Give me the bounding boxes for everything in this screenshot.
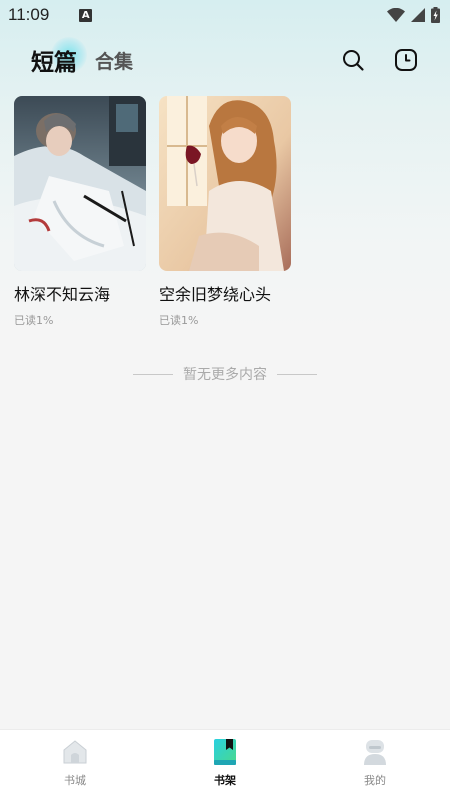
- nav-label: 书城: [64, 774, 86, 787]
- status-bar: 11:09 A: [0, 0, 450, 30]
- book-title: 林深不知云海: [14, 285, 111, 304]
- profile-icon: [364, 740, 386, 765]
- book-progress: 已读1%: [159, 314, 199, 327]
- nav-item-bookshelf[interactable]: 书架: [150, 730, 300, 800]
- end-of-list-text: 暂无更多内容: [183, 367, 267, 383]
- tab-collections[interactable]: 合集: [95, 47, 133, 74]
- bookshelf-icon: [214, 739, 236, 765]
- book-title: 空余旧梦绕心头: [159, 285, 272, 304]
- battery-icon: [431, 7, 440, 23]
- book-cover-illustration-hospital: [14, 96, 146, 271]
- divider: [133, 373, 173, 375]
- nav-item-profile[interactable]: 我的: [300, 730, 450, 800]
- nav-item-bookstore[interactable]: 书城: [0, 730, 150, 800]
- nav-label: 我的: [364, 774, 386, 787]
- bookshelf-grid: 林深不知云海 已读1% 空余旧梦绕心头 已读1%: [14, 96, 291, 328]
- search-icon[interactable]: [341, 48, 365, 72]
- book-cover[interactable]: [159, 96, 291, 271]
- status-time: 11:09: [8, 5, 50, 24]
- book-cover[interactable]: [14, 96, 146, 271]
- notification-icon: A: [79, 8, 93, 22]
- nav-label: 书架: [214, 774, 236, 787]
- book-cover-illustration-woman: [159, 96, 291, 271]
- end-of-list-indicator: 暂无更多内容: [0, 364, 450, 384]
- history-icon[interactable]: [394, 48, 418, 72]
- book-card[interactable]: 林深不知云海 已读1%: [14, 96, 146, 328]
- book-progress: 已读1%: [14, 314, 54, 327]
- tab-label-active: 短篇: [31, 50, 77, 76]
- book-card[interactable]: 空余旧梦绕心头 已读1%: [159, 96, 291, 328]
- tab-short-stories[interactable]: 短篇: [31, 37, 87, 77]
- status-indicators: [387, 7, 440, 23]
- bottom-navigation: 书城 书架 我的: [0, 729, 450, 800]
- divider: [277, 373, 317, 375]
- wifi-icon: [387, 8, 405, 22]
- home-icon: [63, 740, 87, 764]
- header: 短篇 合集: [0, 37, 450, 82]
- cellular-signal-icon: [411, 8, 425, 22]
